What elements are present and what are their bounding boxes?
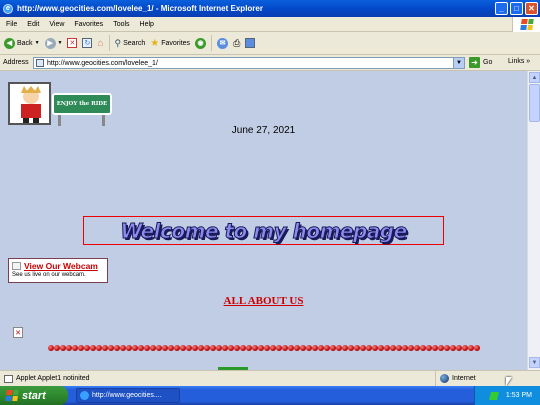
mouse-cursor-icon [506, 377, 512, 386]
forward-arrow-icon: ▶ [44, 37, 56, 49]
page-content: ENJOY the RIDE June 27, 2021 Welcome to … [0, 71, 527, 370]
menu-favorites[interactable]: Favorites [74, 21, 103, 28]
webcam-link[interactable]: View Our Webcam [24, 261, 98, 271]
search-button[interactable]: ⚲ Search [115, 38, 146, 49]
red-bead-divider [48, 345, 480, 353]
status-text: Applet Applet1 notinited [16, 375, 90, 382]
webcam-icon [12, 262, 21, 270]
welcome-banner: Welcome to my homepage [83, 216, 444, 245]
page-date: June 27, 2021 [231, 125, 296, 136]
sign-text: ENJOY the RIDE [52, 93, 112, 115]
back-button[interactable]: ◀ Back ▼ [4, 37, 40, 49]
refresh-icon[interactable]: ↻ [82, 38, 93, 48]
chevron-down-icon: ▼ [57, 40, 63, 46]
scroll-down-icon[interactable]: ▼ [529, 357, 540, 368]
zone-indicator: Internet [435, 371, 476, 386]
menu-help[interactable]: Help [140, 21, 154, 28]
menu-tools[interactable]: Tools [113, 21, 129, 28]
chevron-down-icon[interactable]: ▼ [453, 58, 464, 68]
system-tray: 1:53 PM [474, 386, 540, 405]
menu-bar: File Edit View Favorites Tools Help [0, 17, 540, 32]
page-icon [36, 59, 44, 67]
network-icon[interactable] [488, 391, 499, 400]
menu-edit[interactable]: Edit [27, 21, 39, 28]
favorites-button[interactable]: ★ Favorites [150, 38, 190, 49]
globe-icon [440, 374, 449, 383]
taskbar: start http://www.geocities.... 1:53 PM [0, 386, 540, 405]
address-url: http://www.geocities.com/lovelee_1/ [47, 59, 158, 67]
clock: 1:53 PM [505, 392, 532, 399]
address-bar: Address http://www.geocities.com/lovelee… [0, 55, 540, 71]
edit-icon[interactable] [245, 38, 256, 48]
media-icon[interactable]: ◉ [195, 37, 207, 49]
zone-label: Internet [452, 375, 476, 382]
go-arrow-icon: ➜ [469, 57, 480, 68]
go-label: Go [483, 59, 493, 66]
broken-image-icon: ✕ [13, 327, 23, 338]
bead [474, 345, 480, 351]
menu-file[interactable]: File [6, 21, 17, 28]
webcam-subtext: See us live on our webcam. [12, 272, 86, 278]
windows-logo-icon [512, 17, 540, 32]
toolbar-separator [108, 35, 110, 51]
standard-toolbar: ◀ Back ▼ ▶ ▼ ✕ ↻ ⌂ ⚲ Search ★ Favorites … [0, 32, 540, 55]
toolbar-separator [211, 35, 213, 51]
about-link[interactable]: ALL ABOUT US [0, 295, 527, 307]
ie-logo-icon [80, 391, 89, 400]
start-label: start [22, 389, 46, 402]
window-controls: _ □ ✕ [495, 2, 538, 15]
cartoon-image [8, 82, 51, 125]
home-icon[interactable]: ⌂ [97, 38, 103, 49]
scroll-up-icon[interactable]: ▲ [529, 72, 540, 83]
vertical-scrollbar[interactable]: ▲ ▼ [527, 71, 540, 370]
forward-button[interactable]: ▶ ▼ [44, 37, 63, 49]
webcam-box: View Our Webcam See us live on our webca… [8, 258, 108, 283]
links-button[interactable]: Links » [508, 58, 530, 65]
welcome-text: Welcome to my homepage [120, 218, 408, 243]
address-input[interactable]: http://www.geocities.com/lovelee_1/ ▼ [33, 57, 465, 69]
status-bar: Applet Applet1 notinited Internet [0, 370, 540, 386]
applet-icon [4, 374, 13, 383]
mail-icon[interactable]: ✉ [217, 37, 229, 49]
taskbar-ie-window[interactable]: http://www.geocities.... [76, 388, 180, 403]
menu-view[interactable]: View [49, 21, 64, 28]
address-label: Address [3, 59, 29, 66]
search-icon: ⚲ [114, 37, 122, 48]
scroll-thumb[interactable] [529, 84, 540, 122]
stop-icon[interactable]: ✕ [67, 38, 78, 48]
back-arrow-icon: ◀ [4, 37, 15, 49]
minimize-button[interactable]: _ [495, 2, 508, 15]
star-icon: ★ [150, 37, 160, 49]
window-title: http://www.geocities.com/lovelee_1/ - Mi… [17, 4, 263, 13]
task-label: http://www.geocities.... [92, 392, 162, 399]
print-icon[interactable]: ⎙ [233, 38, 240, 49]
title-bar: e http://www.geocities.com/lovelee_1/ - … [0, 0, 540, 17]
start-button[interactable]: start [0, 386, 68, 405]
search-label: Search [123, 39, 146, 47]
windows-logo-icon [5, 390, 19, 401]
maximize-button[interactable]: □ [510, 2, 523, 15]
go-button[interactable]: ➜ Go [469, 57, 492, 68]
road-sign: ENJOY the RIDE [52, 93, 112, 126]
close-button[interactable]: ✕ [525, 2, 538, 15]
favorites-label: Favorites [161, 39, 191, 47]
chevron-down-icon: ▼ [34, 40, 40, 46]
back-label: Back [17, 39, 33, 47]
ie-logo-icon: e [3, 3, 13, 14]
